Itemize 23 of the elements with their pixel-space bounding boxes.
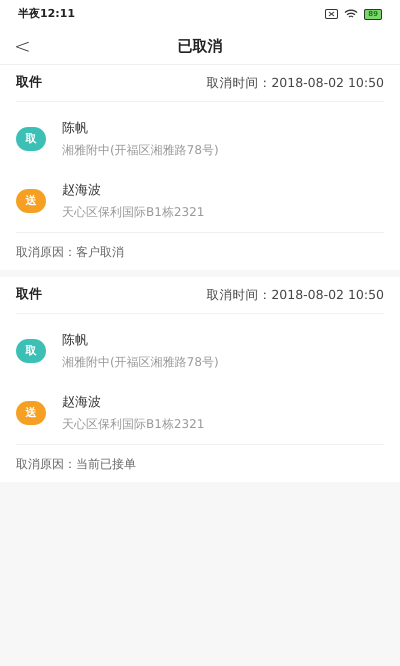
- address: 天心区保利国际B1栋2321: [62, 204, 204, 222]
- contact-name: 赵海波: [62, 182, 102, 200]
- wifi-icon: [344, 9, 358, 19]
- cancel-time: 取消时间：2018-08-02 10:50: [206, 286, 384, 304]
- address: 湘雅附中(开福区湘雅路78号): [62, 354, 219, 372]
- stop-badge: 取: [16, 127, 46, 151]
- page-title: 已取消: [178, 36, 222, 57]
- order-type: 取件: [16, 286, 42, 304]
- contact-name: 赵海波: [62, 394, 102, 412]
- order-type: 取件: [16, 74, 42, 92]
- back-button[interactable]: <: [14, 36, 31, 56]
- stop-badge: 送: [16, 189, 46, 213]
- cancel-reason: 取消原因：客户取消: [16, 244, 124, 260]
- contact-name: 陈帆: [62, 332, 89, 350]
- address: 天心区保利国际B1栋2321: [62, 416, 204, 434]
- cancel-time: 取消时间：2018-08-02 10:50: [206, 74, 384, 92]
- stop-badge: 送: [16, 401, 46, 425]
- sim-icon: [325, 9, 338, 19]
- status-time: 半夜12:11: [18, 6, 76, 22]
- cancel-reason: 取消原因：当前已接单: [16, 456, 136, 472]
- contact-name: 陈帆: [62, 120, 89, 138]
- address: 湘雅附中(开福区湘雅路78号): [62, 142, 219, 160]
- stop-badge: 取: [16, 339, 46, 363]
